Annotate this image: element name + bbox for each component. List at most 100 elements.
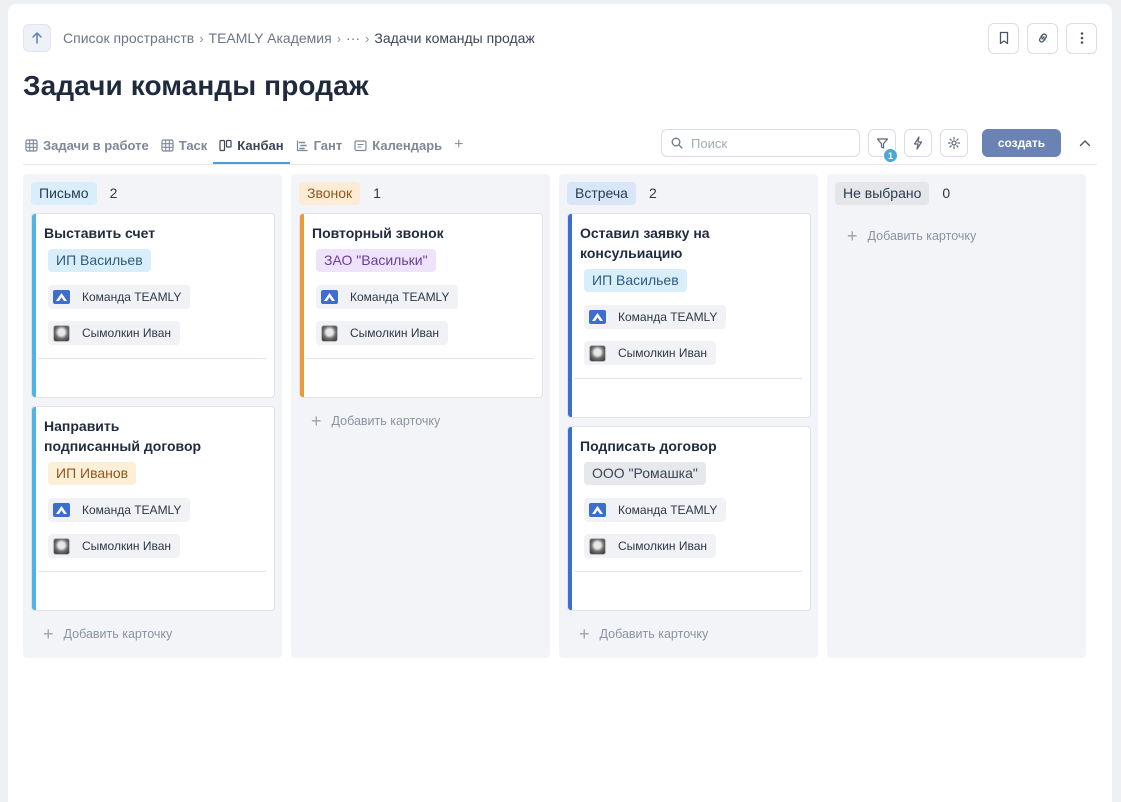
- breadcrumb-spaces[interactable]: Список пространств: [63, 30, 194, 46]
- bookmark-icon: [999, 31, 1008, 45]
- column-card-count: 2: [648, 185, 657, 201]
- page: Список пространств › TEAMLY Академия › ·…: [8, 4, 1112, 802]
- bookmark-button[interactable]: [988, 22, 1019, 54]
- create-button[interactable]: создать: [982, 129, 1061, 157]
- tab-kanban[interactable]: Канбан: [213, 126, 290, 164]
- collapse-button[interactable]: [1073, 129, 1097, 157]
- teamly-logo-icon: [589, 503, 606, 517]
- arrow-up-icon: [32, 32, 42, 44]
- column-card-count: 2: [109, 185, 118, 201]
- team-chip[interactable]: Команда TEAMLY: [316, 285, 459, 309]
- tab-tasks-in-progress[interactable]: Задачи в работе: [23, 126, 155, 164]
- assignee-chip[interactable]: Сымолкин Иван: [48, 321, 181, 345]
- kanban-card[interactable]: Подписать договор ООО "Ромашка" Команда …: [567, 426, 811, 611]
- add-view-button[interactable]: +: [448, 136, 469, 154]
- card-title: Направить подписанный договор: [44, 418, 202, 454]
- card-divider: [38, 571, 266, 572]
- breadcrumb-current: Задачи команды продаж: [374, 30, 535, 46]
- teamly-logo-icon: [53, 503, 70, 517]
- add-card-label: Добавить карточку: [331, 414, 441, 428]
- copy-link-button[interactable]: [1027, 22, 1058, 54]
- card-title: Подписать договор: [580, 438, 717, 454]
- tab-label: Таск: [178, 137, 208, 153]
- column-card-count: 0: [942, 185, 951, 201]
- avatar: [589, 344, 606, 362]
- company-tag[interactable]: ЗАО "Васильки": [316, 249, 436, 272]
- company-tag[interactable]: ИП Васильев: [584, 269, 687, 292]
- kanban-card[interactable]: Выставить счет ИП Васильев Команда TEAML…: [31, 213, 275, 398]
- team-chip[interactable]: Команда TEAMLY: [48, 498, 191, 522]
- add-card-button[interactable]: + Добавить карточку: [579, 624, 709, 644]
- avatar: [53, 537, 70, 555]
- plus-icon: +: [847, 226, 858, 246]
- kanban-card[interactable]: Направить подписанный договор ИП Иванов …: [31, 406, 275, 611]
- company-tag[interactable]: ИП Васильев: [48, 249, 151, 272]
- breadcrumb: Список пространств › TEAMLY Академия › ·…: [63, 30, 535, 46]
- assignee-chip[interactable]: Сымолкин Иван: [584, 341, 717, 365]
- column-status-tag[interactable]: Встреча: [567, 181, 636, 205]
- card-divider: [38, 358, 266, 359]
- team-name: Команда TEAMLY: [618, 503, 718, 517]
- board-toolbar: 1 создать: [661, 129, 1097, 163]
- teamly-logo-icon: [589, 310, 606, 324]
- company-tag[interactable]: ИП Иванов: [48, 462, 137, 485]
- add-card-button[interactable]: + Добавить карточку: [311, 412, 441, 430]
- plus-icon: +: [579, 624, 590, 644]
- chevron-right-icon: ›: [365, 30, 370, 46]
- board-settings-button[interactable]: [940, 129, 968, 157]
- plus-icon: +: [454, 136, 464, 153]
- filter-icon: [876, 137, 888, 149]
- card-divider: [574, 571, 802, 572]
- column-header: Не выбрано 0: [827, 174, 1086, 212]
- card-accent-bar: [300, 214, 304, 397]
- add-card-button[interactable]: + Добавить карточку: [847, 226, 977, 246]
- team-chip[interactable]: Команда TEAMLY: [48, 285, 191, 309]
- kanban-column-not-selected: Не выбрано 0 + Добавить карточку: [827, 174, 1086, 658]
- more-vertical-icon: [1080, 32, 1083, 44]
- column-status-tag[interactable]: Не выбрано: [835, 181, 930, 205]
- filter-button[interactable]: 1: [868, 129, 898, 163]
- table-icon: [25, 138, 38, 152]
- card-accent-bar: [568, 214, 572, 417]
- chevron-right-icon: ›: [336, 30, 342, 46]
- column-status-tag[interactable]: Письмо: [31, 181, 97, 205]
- kanban-column-pismo: Письмо 2 Выставить счет ИП Васильев Кома…: [23, 174, 282, 658]
- search-input[interactable]: [691, 135, 841, 151]
- assignee-chip[interactable]: Сымолкин Иван: [316, 321, 449, 345]
- avatar: [321, 324, 338, 342]
- tab-task[interactable]: Таск: [155, 126, 214, 164]
- page-actions: [988, 22, 1097, 54]
- add-card-label: Добавить карточку: [63, 627, 173, 641]
- lightning-icon: [913, 136, 923, 150]
- kanban-card[interactable]: Оставил заявку на консульиацию ИП Василь…: [567, 213, 811, 418]
- company-tag[interactable]: ООО "Ромашка": [584, 462, 706, 485]
- assignee-chip[interactable]: Сымолкин Иван: [584, 534, 717, 558]
- kanban-card[interactable]: Повторный звонок ЗАО "Васильки" Команда …: [299, 213, 543, 398]
- assignee-name: Сымолкин Иван: [82, 326, 172, 340]
- assignee-chip[interactable]: Сымолкин Иван: [48, 534, 181, 558]
- kanban-column-zvonok: Звонок 1 Повторный звонок ЗАО "Васильки"…: [291, 174, 550, 658]
- breadcrumb-space[interactable]: TEAMLY Академия: [209, 30, 332, 46]
- card-divider: [306, 358, 534, 359]
- add-card-label: Добавить карточку: [867, 229, 977, 243]
- filter-count-badge: 1: [883, 148, 898, 163]
- chevron-right-icon: ›: [199, 30, 204, 46]
- column-status-tag[interactable]: Звонок: [299, 181, 361, 205]
- breadcrumb-ellipsis[interactable]: ···: [346, 30, 360, 46]
- team-name: Команда TEAMLY: [350, 290, 450, 304]
- team-chip[interactable]: Команда TEAMLY: [584, 305, 727, 329]
- navigate-up-button[interactable]: [23, 24, 51, 52]
- column-header: Звонок 1: [291, 174, 550, 212]
- tab-gantt[interactable]: Гант: [290, 126, 349, 164]
- card-accent-bar: [568, 427, 572, 610]
- team-chip[interactable]: Команда TEAMLY: [584, 498, 727, 522]
- more-options-button[interactable]: [1066, 22, 1097, 54]
- card-title: Выставить счет: [44, 225, 156, 241]
- column-header: Встреча 2: [559, 174, 818, 212]
- add-card-button[interactable]: + Добавить карточку: [43, 625, 173, 643]
- team-name: Команда TEAMLY: [82, 290, 182, 304]
- add-card-label: Добавить карточку: [599, 627, 709, 641]
- automation-button[interactable]: [904, 129, 932, 157]
- tab-label: Гант: [313, 137, 343, 153]
- tab-calendar[interactable]: Календарь: [348, 126, 448, 164]
